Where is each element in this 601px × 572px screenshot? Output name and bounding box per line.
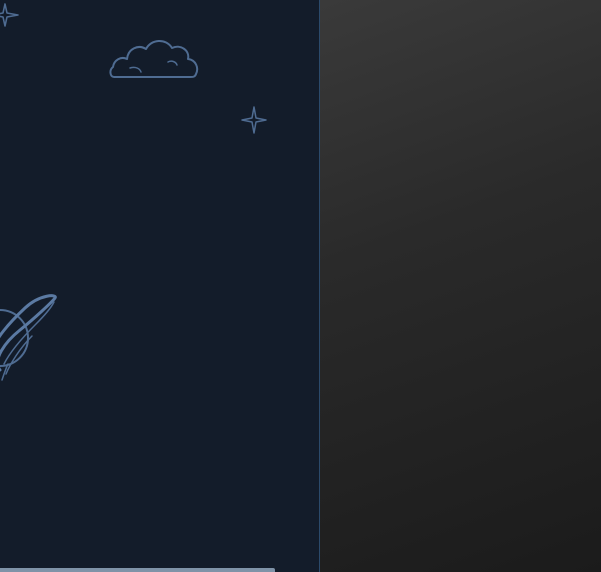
scroll-progress-bar xyxy=(0,568,275,572)
split-screen-view xyxy=(0,0,601,572)
cloud-icon xyxy=(109,40,199,78)
empty-dark-panel xyxy=(320,0,601,572)
illustration-panel xyxy=(0,0,320,572)
ringed-planet-icon xyxy=(0,294,57,381)
sparkle-icon xyxy=(0,3,19,27)
sparkle-icon xyxy=(241,106,267,134)
